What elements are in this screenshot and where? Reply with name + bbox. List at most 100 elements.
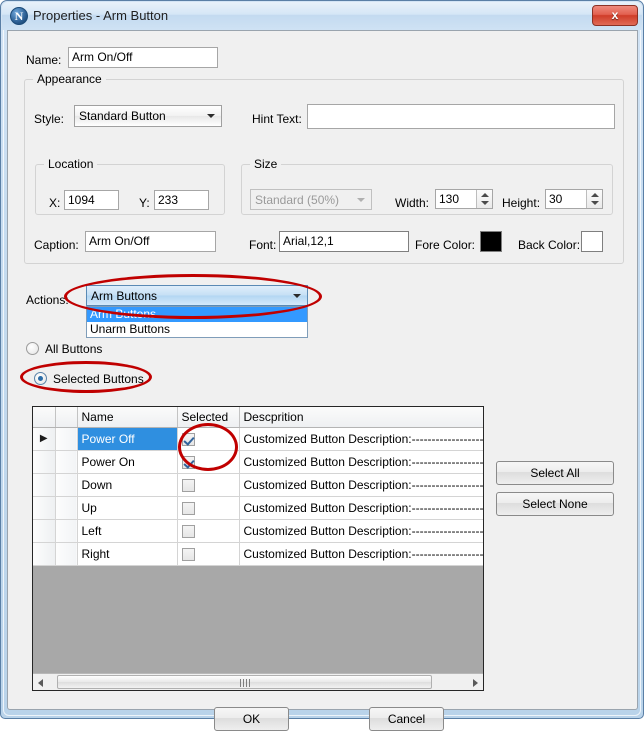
radio-selected-buttons[interactable] bbox=[34, 372, 47, 385]
row-selected-checkbox[interactable] bbox=[181, 547, 195, 561]
cell-description[interactable]: Customized Button Description:----------… bbox=[239, 427, 483, 451]
height-spin-buttons[interactable] bbox=[586, 190, 602, 208]
actions-label: Actions: bbox=[26, 293, 69, 307]
row-gutter-cell bbox=[55, 427, 78, 451]
radio-all-buttons[interactable] bbox=[26, 342, 39, 355]
cell-name[interactable]: Power On bbox=[77, 450, 178, 474]
cell-description[interactable]: Customized Button Description:----------… bbox=[239, 496, 483, 520]
style-dropdown-value: Standard Button bbox=[79, 109, 166, 123]
fore-color-swatch[interactable] bbox=[480, 231, 502, 252]
table-row[interactable]: ▶ Power Off Customized Button Description:… bbox=[33, 427, 483, 451]
actions-dropdown[interactable]: Arm Buttons bbox=[86, 285, 308, 306]
scrollbar-thumb[interactable] bbox=[57, 675, 432, 689]
height-label: Height: bbox=[502, 196, 541, 210]
ok-button[interactable]: OK bbox=[214, 707, 289, 731]
select-all-button[interactable]: Select All bbox=[496, 461, 614, 485]
size-preset-dropdown[interactable]: Standard (50%) bbox=[250, 189, 372, 210]
table-row[interactable]: Left Customized Button Description:------… bbox=[33, 519, 483, 543]
actions-option-unarm-buttons[interactable]: Unarm Buttons bbox=[87, 322, 307, 337]
table-row[interactable]: Up Customized Button Description:--------… bbox=[33, 496, 483, 520]
buttons-table: Name Selected Descprition ▶ Power Off Cust… bbox=[33, 407, 483, 566]
select-none-button[interactable]: Select None bbox=[496, 492, 614, 516]
cell-description[interactable]: Customized Button Description:----------… bbox=[239, 519, 483, 543]
row-indicator-icon[interactable] bbox=[33, 450, 56, 474]
spin-down-icon[interactable] bbox=[481, 201, 489, 205]
row-selected-checkbox[interactable] bbox=[181, 524, 195, 538]
size-preset-value: Standard (50%) bbox=[255, 193, 340, 207]
close-icon[interactable]: x bbox=[592, 5, 638, 26]
name-label: Name: bbox=[26, 53, 62, 67]
cell-name[interactable]: Power Off bbox=[77, 427, 178, 451]
row-indicator-icon[interactable] bbox=[33, 473, 56, 497]
col-header-description[interactable]: Descprition bbox=[239, 407, 483, 428]
table-row[interactable]: Down Customized Button Description:------… bbox=[33, 473, 483, 497]
scroll-right-icon[interactable] bbox=[466, 674, 483, 690]
row-selected-checkbox[interactable] bbox=[181, 455, 195, 469]
size-group-title: Size bbox=[250, 157, 282, 171]
cell-name[interactable]: Left bbox=[77, 519, 178, 543]
col-header-selected[interactable]: Selected bbox=[177, 407, 240, 428]
location-group-title: Location bbox=[44, 157, 98, 171]
y-input[interactable]: 233 bbox=[154, 190, 209, 210]
actions-option-arm-buttons[interactable]: Arm Buttons bbox=[87, 307, 307, 322]
cell-description[interactable]: Customized Button Description:----------… bbox=[239, 473, 483, 497]
style-dropdown[interactable]: Standard Button bbox=[74, 105, 222, 127]
width-label: Width: bbox=[395, 196, 430, 210]
spin-up-icon[interactable] bbox=[481, 193, 489, 197]
cell-name[interactable]: Right bbox=[77, 542, 178, 566]
row-indicator-icon[interactable] bbox=[33, 519, 56, 543]
row-gutter-cell bbox=[55, 519, 78, 543]
row-gutter-cell bbox=[55, 473, 78, 497]
chevron-down-icon bbox=[357, 197, 365, 202]
width-stepper[interactable]: 130 bbox=[435, 189, 493, 209]
hint-text-input[interactable] bbox=[307, 104, 615, 129]
name-input[interactable]: Arm On/Off bbox=[68, 47, 218, 68]
cancel-button[interactable]: Cancel bbox=[369, 707, 444, 731]
dialog-client-area: Name: Arm On/Off Appearance Style: Stand… bbox=[7, 30, 638, 731]
table-row[interactable]: Power On Customized Button Description:--… bbox=[33, 450, 483, 474]
actions-dropdown-list[interactable]: Arm Buttons Unarm Buttons bbox=[86, 306, 308, 338]
cell-selected[interactable] bbox=[177, 519, 240, 543]
row-indicator-icon[interactable] bbox=[33, 542, 56, 566]
font-input[interactable]: Arial,12,1 bbox=[279, 231, 409, 252]
col-header-name[interactable]: Name bbox=[77, 407, 178, 428]
row-selected-checkbox[interactable] bbox=[181, 478, 195, 492]
app-n-icon: N bbox=[10, 7, 28, 25]
height-value: 30 bbox=[549, 192, 563, 206]
cell-selected[interactable] bbox=[177, 542, 240, 566]
style-label: Style: bbox=[34, 112, 65, 126]
title-bar[interactable]: N Properties - Arm Button x bbox=[2, 2, 642, 30]
caption-input[interactable]: Arm On/Off bbox=[85, 231, 216, 252]
x-input[interactable]: 1094 bbox=[64, 190, 119, 210]
col-header-blank[interactable] bbox=[55, 407, 78, 428]
cell-name[interactable]: Up bbox=[77, 496, 178, 520]
spin-up-icon[interactable] bbox=[591, 193, 599, 197]
table-body: ▶ Power Off Customized Button Description:… bbox=[33, 427, 483, 566]
table-row[interactable]: Right Customized Button Description:-----… bbox=[33, 542, 483, 566]
cell-name[interactable]: Down bbox=[77, 473, 178, 497]
cell-selected[interactable] bbox=[177, 450, 240, 474]
row-selected-checkbox[interactable] bbox=[181, 501, 195, 515]
properties-dialog-window: N Properties - Arm Button x Name: Arm On… bbox=[0, 0, 644, 731]
cell-selected[interactable] bbox=[177, 496, 240, 520]
height-stepper[interactable]: 30 bbox=[545, 189, 603, 209]
grid-horizontal-scrollbar[interactable] bbox=[33, 673, 483, 690]
scroll-left-icon[interactable] bbox=[33, 674, 50, 690]
cell-description[interactable]: Customized Button Description:----------… bbox=[239, 450, 483, 474]
buttons-data-grid[interactable]: Name Selected Descprition ▶ Power Off Cust… bbox=[32, 406, 484, 691]
x-label: X: bbox=[49, 196, 61, 210]
row-gutter-cell bbox=[55, 496, 78, 520]
cell-selected[interactable] bbox=[177, 473, 240, 497]
fore-color-label: Fore Color: bbox=[415, 238, 476, 252]
row-indicator-icon[interactable] bbox=[33, 496, 56, 520]
cell-description[interactable]: Customized Button Description:----------… bbox=[239, 542, 483, 566]
y-label: Y: bbox=[139, 196, 150, 210]
cell-selected[interactable] bbox=[177, 427, 240, 451]
hint-text-label: Hint Text: bbox=[252, 112, 302, 126]
row-indicator-icon[interactable]: ▶ bbox=[33, 427, 56, 451]
row-selected-checkbox[interactable] bbox=[181, 432, 195, 446]
col-header-indicator[interactable] bbox=[33, 407, 56, 428]
back-color-swatch[interactable] bbox=[581, 231, 603, 252]
spin-down-icon[interactable] bbox=[591, 201, 599, 205]
width-spin-buttons[interactable] bbox=[476, 190, 492, 208]
